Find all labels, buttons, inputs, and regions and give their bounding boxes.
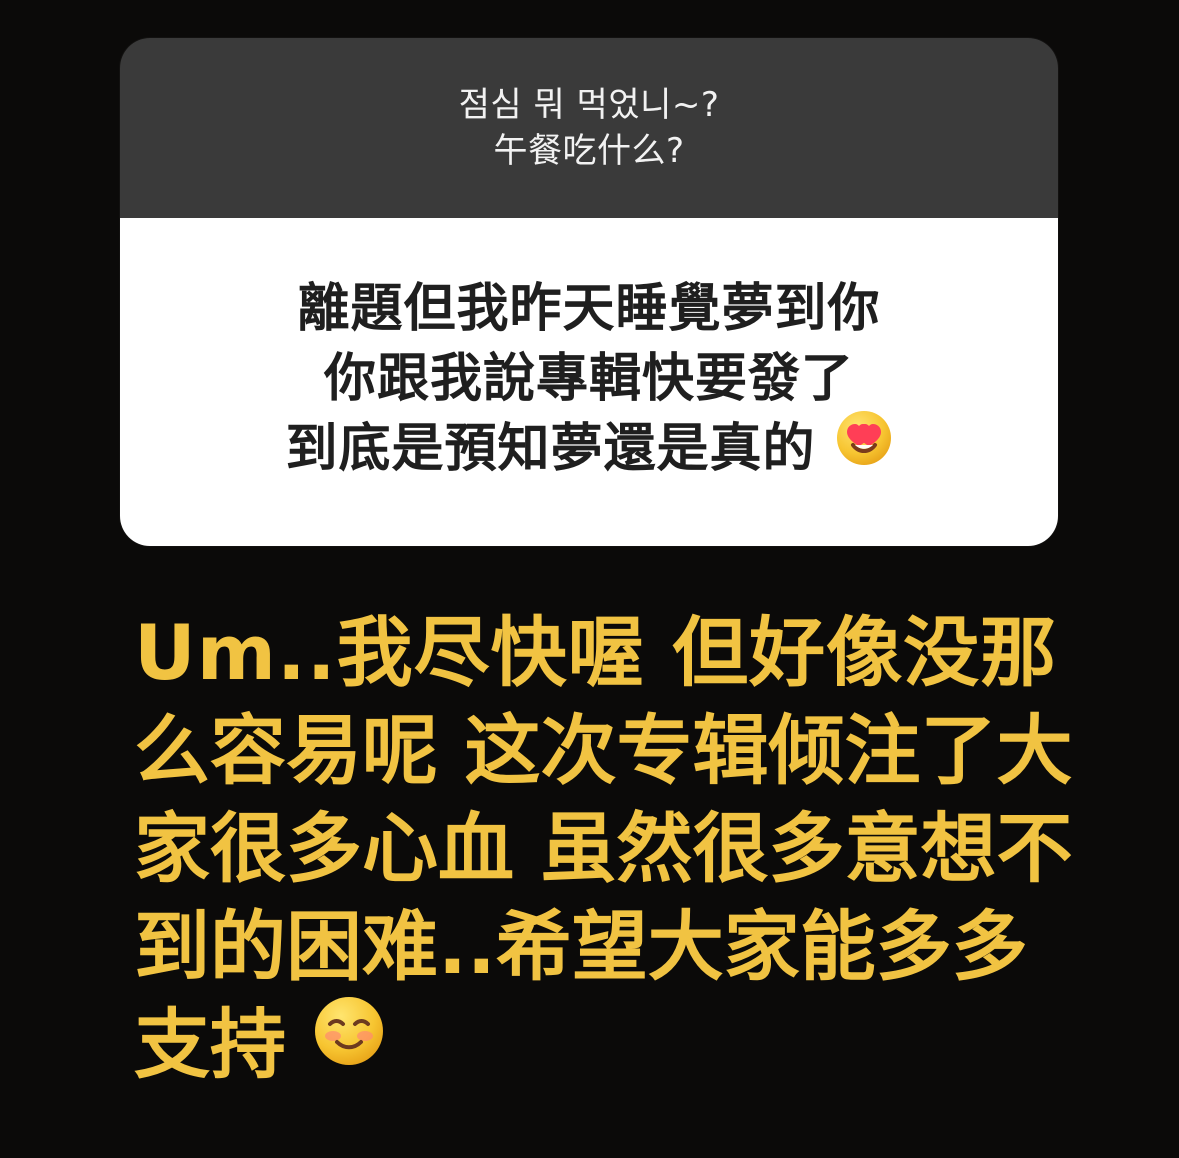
heart-eyes-face-icon <box>835 409 893 485</box>
question-answer-area: 離題但我昨天睡覺夢到你 你跟我說專輯快要發了 到底是預知夢還是真的 <box>120 218 1058 546</box>
reply-line-4: 到的困难..希望大家能多多 <box>134 902 1028 991</box>
answer-line-1: 離題但我昨天睡覺夢到你 <box>297 278 881 339</box>
answer-line-3-text: 到底是預知夢還是真的 <box>285 419 816 480</box>
answer-text: 離題但我昨天睡覺夢到你 你跟我說專輯快要發了 到底是預知夢還是真的 <box>285 274 892 491</box>
reply-line-5-text: 支持 <box>134 1000 286 1089</box>
reply-line-3: 家很多心血 虽然很多意想不 <box>134 804 1073 893</box>
reply-line-5: 支持 <box>134 996 1159 1099</box>
reply-text-block: Um..我尽快喔 但好像没那 么容易呢 这次专辑倾注了大 家很多心血 虽然很多意… <box>134 604 1159 1099</box>
question-line-korean: 점심 뭐 먹었니~? <box>458 85 720 126</box>
reply-line-1-text: Um..我尽快喔 但好像没那 <box>134 608 1058 697</box>
question-card: 점심 뭐 먹었니~? 午餐吃什么? 離題但我昨天睡覺夢到你 你跟我說專輯快要發了… <box>120 38 1058 546</box>
question-line-chinese: 午餐吃什么? <box>493 131 685 171</box>
reply-line-2: 么容易呢 这次专辑倾注了大 <box>134 706 1073 795</box>
answer-line-3: 到底是預知夢還是真的 <box>285 411 892 490</box>
reply-line-1: Um..我尽快喔 但好像没那 <box>134 604 1159 702</box>
question-header: 점심 뭐 먹었니~? 午餐吃什么? <box>120 38 1058 218</box>
smiling-face-icon <box>312 993 386 1091</box>
answer-line-2: 你跟我說專輯快要發了 <box>323 348 854 409</box>
